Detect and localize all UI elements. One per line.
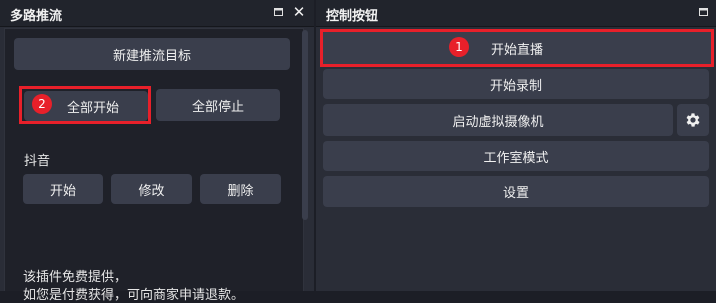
scrollbar[interactable] <box>302 30 308 220</box>
dock-titlebar[interactable]: 控制按钮 <box>316 0 716 27</box>
controls-dock: 控制按钮 开始直播 开始录制 启动虚拟摄像机 工作室模式 设置 1 <box>316 0 716 291</box>
close-icon[interactable]: ✕ <box>292 4 306 20</box>
annotation-highlight-1 <box>320 29 714 67</box>
start-recording-button[interactable]: 开始录制 <box>323 69 709 99</box>
new-target-button[interactable]: 新建推流目标 <box>14 38 290 70</box>
start-virtual-camera-button[interactable]: 启动虚拟摄像机 <box>323 104 673 136</box>
dock-title: 控制按钮 <box>326 9 379 24</box>
multi-stream-panel: 新建推流目标 全部开始 全部停止 抖音 开始 修改 删除 该插件免费提供， 如您… <box>4 28 304 303</box>
edit-button[interactable]: 修改 <box>111 174 192 204</box>
dock-titlebar[interactable]: 多路推流 ✕ <box>0 0 314 27</box>
footer-notice-refund: 如您是付费获得，可向商家申请退款。 <box>23 288 245 303</box>
start-button[interactable]: 开始 <box>23 174 103 204</box>
delete-button[interactable]: 删除 <box>200 174 281 204</box>
annotation-badge-2: 2 <box>32 94 52 114</box>
float-icon[interactable] <box>699 8 708 16</box>
multi-stream-dock: 多路推流 ✕ 新建推流目标 全部开始 全部停止 抖音 开始 修改 删除 该插件免… <box>0 0 314 303</box>
stop-all-button[interactable]: 全部停止 <box>156 89 280 121</box>
gear-icon <box>686 113 700 127</box>
virtual-camera-settings-button[interactable] <box>677 104 709 136</box>
annotation-badge-1: 1 <box>449 37 469 57</box>
float-icon[interactable] <box>274 8 283 16</box>
studio-mode-button[interactable]: 工作室模式 <box>323 141 709 171</box>
dock-title: 多路推流 <box>10 9 63 24</box>
footer-notice: 该插件免费提供， <box>23 270 128 285</box>
target-name: 抖音 <box>24 154 51 169</box>
settings-button[interactable]: 设置 <box>323 176 709 207</box>
